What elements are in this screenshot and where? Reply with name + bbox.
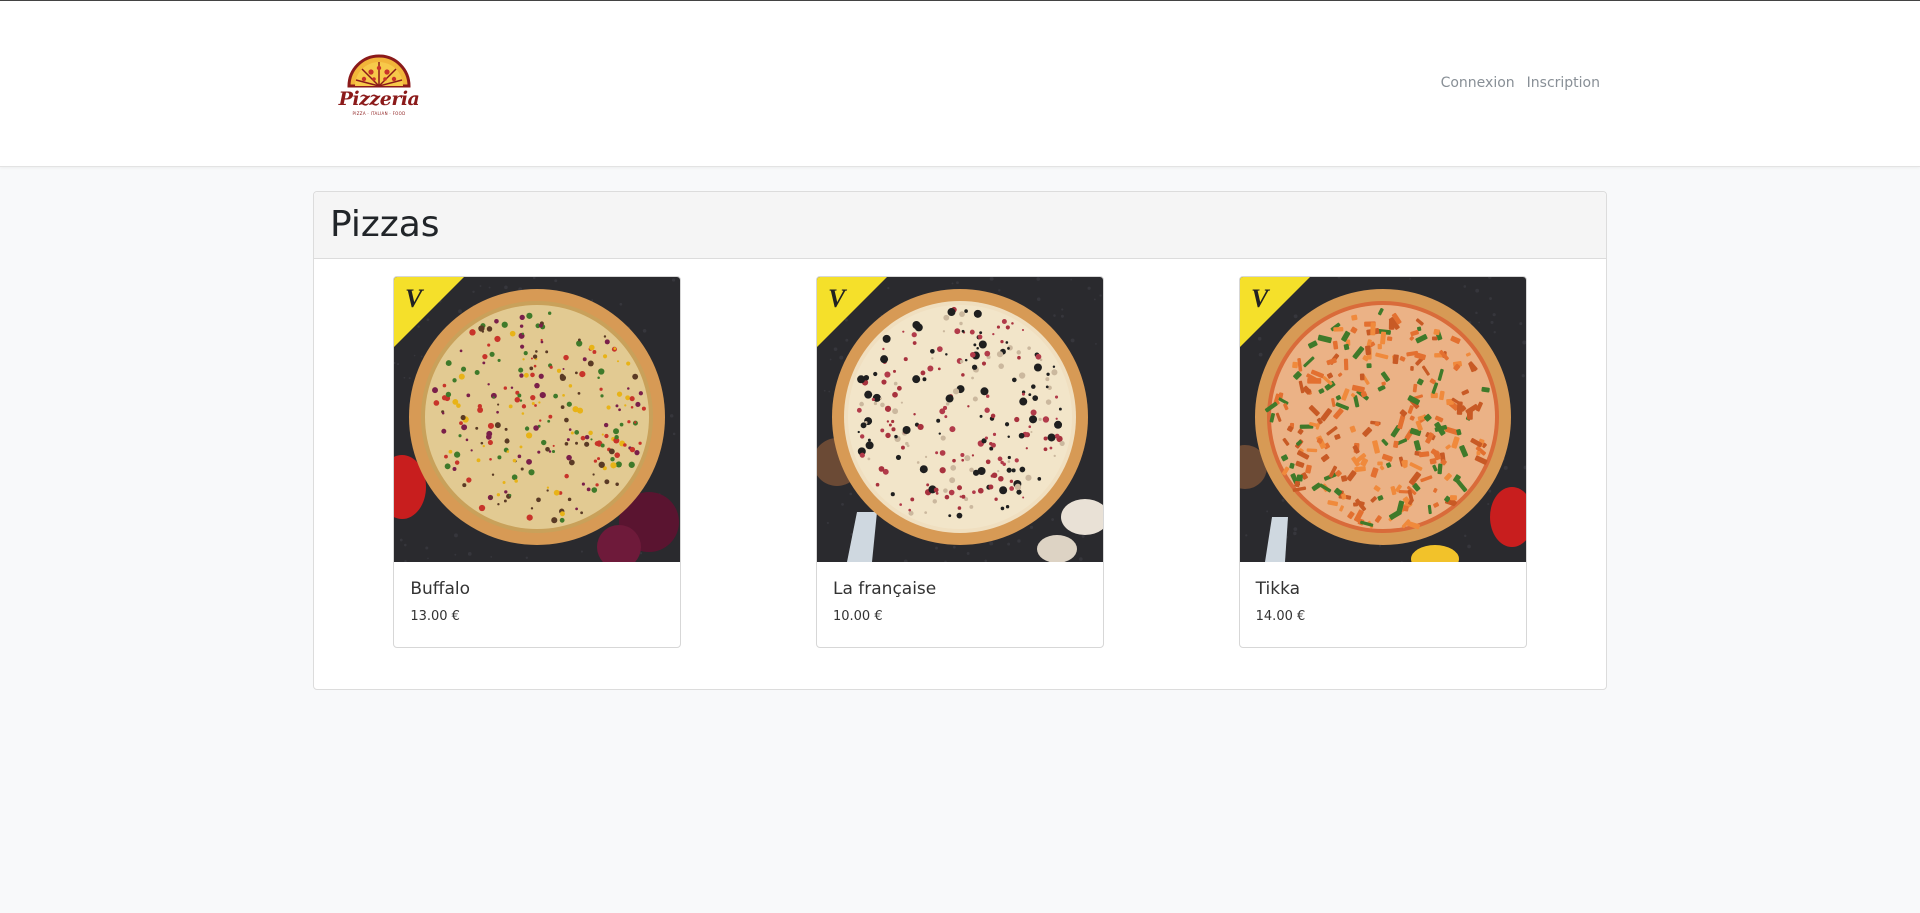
vegan-badge-letter: V: [405, 284, 425, 313]
pizza-slice-icon: [347, 54, 411, 88]
vegan-badge-letter: V: [1251, 284, 1271, 313]
nav-login-link[interactable]: Connexion: [1441, 75, 1515, 91]
pizza-price: 10.00 €: [832, 609, 883, 624]
nav-register-link[interactable]: Inscription: [1527, 75, 1600, 91]
pizza-card[interactable]: V Buffalo 13.00 €: [393, 276, 682, 648]
card-body: Buffalo 13.00 €: [394, 562, 680, 624]
pizza-photo: V: [394, 277, 681, 562]
pizzeria-logo[interactable]: Pizzeria PIZZA · ITALIAN · FOOD: [339, 46, 420, 121]
pizza-photo: V: [1239, 277, 1526, 562]
pizza-photo: V: [816, 277, 1103, 562]
page-title: Pizzas: [330, 204, 440, 245]
vegan-badge-letter: V: [828, 284, 848, 313]
card-body: Tikka 14.00 €: [1240, 562, 1526, 624]
pizza-name: Buffalo: [410, 579, 471, 599]
pizza-price: 14.00 €: [1255, 609, 1306, 624]
pizza-card[interactable]: V Tikka 14.00 €: [1238, 276, 1527, 648]
pizza-list: V Buffalo 13.00 € V La française 10.00 €…: [314, 259, 1606, 648]
card-body: La française 10.00 €: [817, 562, 1103, 624]
pizza-image[interactable]: V: [394, 277, 681, 562]
pizza-name: Tikka: [1255, 579, 1301, 599]
panel-header: Pizzas: [314, 192, 1606, 259]
pizzas-panel: Pizzas V Buffalo 13.00 € V La française …: [313, 191, 1607, 690]
pizza-image[interactable]: V: [816, 277, 1103, 562]
navbar: Pizzeria PIZZA · ITALIAN · FOOD Connexio…: [0, 1, 1920, 167]
logo-text: Pizzeria: [338, 88, 420, 110]
pizza-price: 13.00 €: [410, 609, 460, 624]
pizza-card[interactable]: V La française 10.00 €: [815, 276, 1104, 648]
nav-links: Connexion Inscription: [1441, 75, 1600, 91]
navbar-inner: Pizzeria PIZZA · ITALIAN · FOOD Connexio…: [312, 1, 1608, 166]
logo-subtitle: PIZZA · ITALIAN · FOOD: [352, 111, 406, 116]
pizza-name: La française: [832, 579, 937, 599]
pizza-image[interactable]: V: [1239, 277, 1526, 562]
